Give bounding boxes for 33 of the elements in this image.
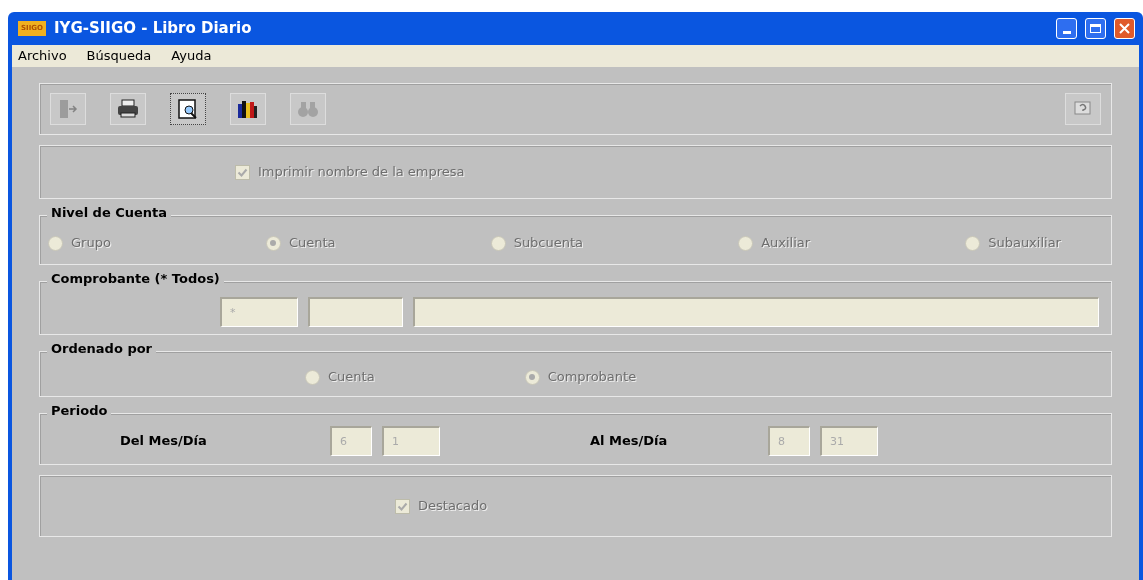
menu-item[interactable]: Búsqueda [86, 46, 152, 66]
minimize-icon [1062, 31, 1071, 34]
radio-label: Subauxiliar [988, 234, 1061, 253]
group-title: Comprobante (* Todos) [47, 272, 224, 285]
menu-item[interactable]: Ayuda [171, 46, 212, 66]
group-title: Ordenado por [47, 342, 157, 355]
maximize-icon [1090, 24, 1101, 33]
checkmark-icon [397, 500, 408, 512]
door-exit-icon [57, 98, 79, 120]
checkmark-icon [237, 166, 248, 178]
radio-label: Auxiliar [761, 234, 811, 253]
radio-label: Cuenta [288, 234, 336, 253]
window-title: IYG-SIIGO - Libro Diario [53, 18, 253, 40]
group-title: Periodo [47, 404, 112, 417]
close-icon [1119, 23, 1130, 34]
checkbox-label: Destacado [418, 497, 488, 516]
from-label: Del Mes/Día [120, 432, 208, 451]
menu-item[interactable]: Archivo [18, 46, 67, 66]
checkbox-label: Imprimir nombre de la empresa [258, 163, 465, 182]
group-title: Nivel de Cuenta [47, 206, 172, 219]
minimize-button[interactable] [1056, 18, 1077, 39]
help-button[interactable] [1065, 93, 1101, 125]
radio-label: Cuenta [328, 368, 375, 387]
books-icon [236, 98, 260, 120]
help-icon [1074, 101, 1092, 117]
radio-label: Grupo [71, 234, 111, 253]
radio-label: Comprobante [547, 368, 637, 387]
printer-icon [116, 98, 140, 120]
toolbar-button[interactable] [170, 93, 206, 125]
to-label: Al Mes/Día [590, 432, 669, 451]
close-button[interactable] [1114, 18, 1135, 39]
maximize-button[interactable] [1085, 18, 1106, 39]
radio-label: Subcuenta [513, 234, 584, 253]
